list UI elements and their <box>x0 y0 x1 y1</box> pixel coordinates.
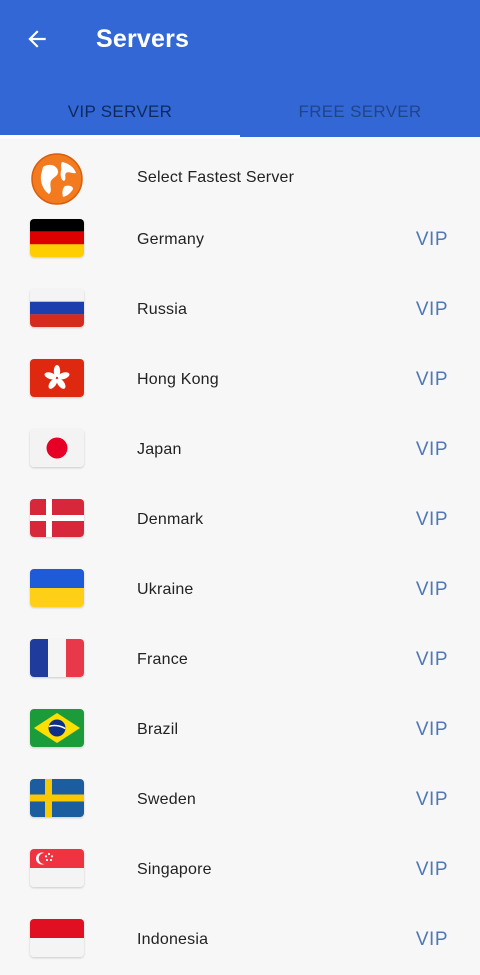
server-name: Japan <box>137 441 182 458</box>
app-bar: Servers VIP SERVER FREE SERVER <box>0 0 480 139</box>
server-name: France <box>137 651 188 668</box>
vip-badge: VIP <box>415 789 448 810</box>
server-row-sweden[interactable]: Sweden VIP <box>0 765 480 835</box>
page-title: Servers <box>96 25 190 53</box>
server-row-germany[interactable]: Germany VIP <box>0 205 480 275</box>
vip-badge: VIP <box>415 579 448 600</box>
server-name: Sweden <box>137 791 197 808</box>
vip-badge: VIP <box>415 299 448 320</box>
server-name: Russia <box>137 301 188 318</box>
fastest-server-label: Select Fastest Server <box>137 169 295 186</box>
server-row-france[interactable]: France VIP <box>0 625 480 695</box>
arrow-left-icon <box>28 30 46 48</box>
server-name: Brazil <box>137 721 179 738</box>
tab-free-server[interactable]: FREE SERVER <box>240 86 480 137</box>
back-button[interactable] <box>20 22 54 56</box>
germany-flag-icon <box>30 219 84 257</box>
tab-label: FREE SERVER <box>298 101 422 121</box>
indonesia-flag-icon <box>30 919 84 957</box>
singapore-flag-icon <box>30 849 84 887</box>
server-row-brazil[interactable]: Brazil VIP <box>0 695 480 765</box>
vip-badge: VIP <box>415 439 448 460</box>
vip-badge: VIP <box>415 929 448 950</box>
server-row-singapore[interactable]: Singapore VIP <box>0 835 480 905</box>
vip-badge: VIP <box>415 369 448 390</box>
server-name: Singapore <box>137 861 212 878</box>
server-name: Ukraine <box>137 581 194 598</box>
globe-icon <box>31 153 83 205</box>
server-row-hong-kong[interactable]: Hong Kong VIP <box>0 345 480 415</box>
server-row-ukraine[interactable]: Ukraine VIP <box>0 555 480 625</box>
server-row-russia[interactable]: Russia VIP <box>0 275 480 345</box>
tab-vip-server[interactable]: VIP SERVER <box>0 86 240 137</box>
brazil-flag-icon <box>30 709 84 747</box>
hong-kong-flag-icon <box>30 359 84 397</box>
vip-badge: VIP <box>415 509 448 530</box>
japan-flag-icon <box>30 429 84 467</box>
france-flag-icon <box>30 639 84 677</box>
server-row-japan[interactable]: Japan VIP <box>0 415 480 485</box>
server-row-denmark[interactable]: Denmark VIP <box>0 485 480 555</box>
server-name: Indonesia <box>137 931 209 948</box>
sweden-flag-icon <box>30 779 84 817</box>
russia-flag-icon <box>30 289 84 327</box>
server-row-indonesia[interactable]: Indonesia VIP <box>0 905 480 975</box>
ukraine-flag-icon <box>30 569 84 607</box>
server-name: Denmark <box>137 511 204 528</box>
tab-label: VIP SERVER <box>67 101 173 121</box>
server-name: Hong Kong <box>137 371 219 388</box>
vip-badge: VIP <box>415 859 448 880</box>
vip-badge: VIP <box>415 649 448 670</box>
denmark-flag-icon <box>30 499 84 537</box>
vip-badge: VIP <box>415 719 448 740</box>
server-tabs: VIP SERVER FREE SERVER <box>0 86 480 139</box>
vip-badge: VIP <box>415 229 448 250</box>
server-name: Germany <box>137 231 205 248</box>
